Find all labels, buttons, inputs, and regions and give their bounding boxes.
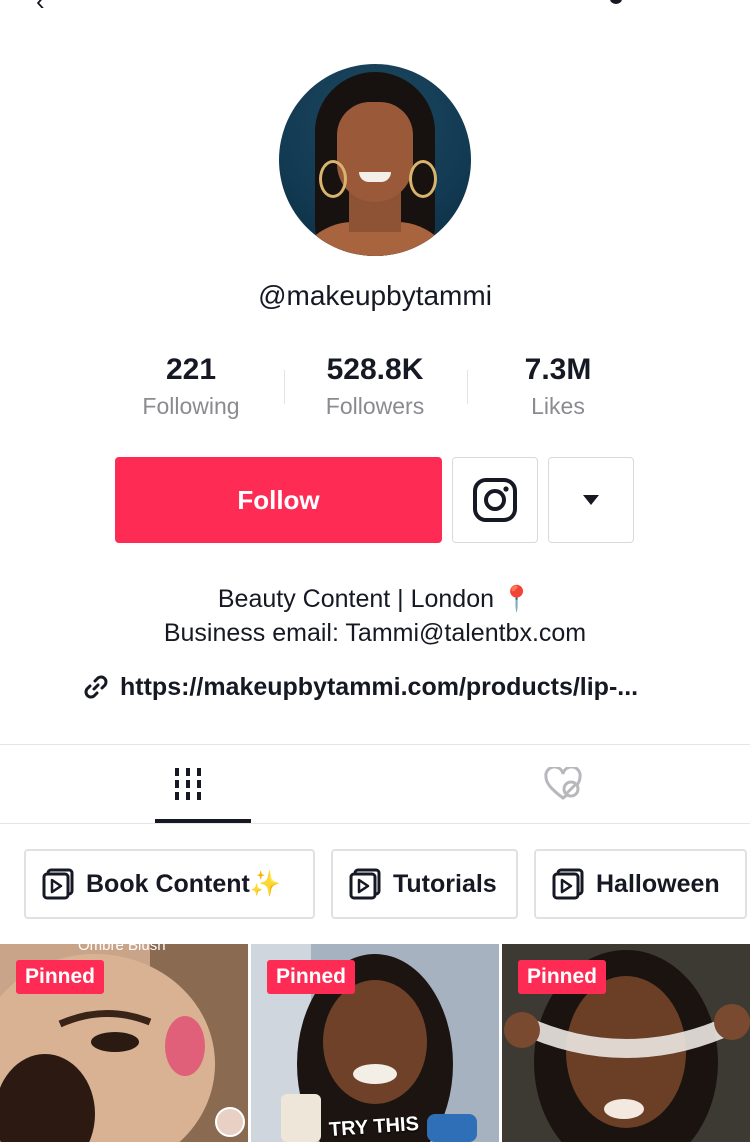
bio-line: Beauty Content | London 📍: [217, 585, 533, 613]
more-options-button[interactable]: [548, 457, 634, 543]
playlist-tutorials[interactable]: Tutorials: [331, 849, 518, 919]
stat-value: 7.3M: [524, 353, 592, 386]
stat-label: Following: [142, 393, 240, 419]
avatar-earring-left: [319, 160, 347, 198]
grid-icon: [174, 768, 201, 800]
stat-value: 221: [165, 353, 217, 386]
playlist-label: Book Content✨: [86, 869, 281, 898]
playlist-icon: [349, 868, 381, 900]
playlist-halloween[interactable]: Halloween: [534, 849, 747, 919]
video-thumbnail[interactable]: Pinned: [502, 944, 750, 1142]
stat-following[interactable]: 221 Following: [101, 352, 281, 422]
bio-email: Business email: Tammi@talentbx.com: [163, 619, 587, 647]
pinned-badge: Pinned: [267, 960, 356, 994]
playlist-label: Tutorials: [393, 869, 497, 898]
bio-link-text: https://makeupbytammi.com/products/lip-.…: [120, 672, 639, 701]
pinned-badge: Pinned: [16, 960, 105, 994]
liked-hidden-icon: [543, 767, 582, 800]
video-caption: Ombre Blush: [78, 944, 166, 954]
username: @makeupbytammi: [258, 280, 492, 311]
tab-videos[interactable]: [0, 745, 375, 823]
pinned-badge: Pinned: [518, 960, 607, 994]
playlist-icon: [42, 868, 74, 900]
divider: [0, 823, 750, 824]
avatar-earring-right: [409, 160, 437, 198]
stat-label: Followers: [325, 393, 425, 419]
stat-followers[interactable]: 528.8K Followers: [285, 352, 465, 422]
avatar-face: [337, 102, 413, 202]
instagram-icon: [473, 478, 517, 522]
playlist-label: Halloween: [596, 869, 720, 898]
avatar[interactable]: [279, 64, 471, 256]
bio-link[interactable]: https://makeupbytammi.com/products/lip-.…: [82, 670, 638, 704]
stat-likes[interactable]: 7.3M Likes: [468, 352, 648, 422]
avatar-smile: [359, 172, 391, 182]
stat-value: 528.8K: [326, 353, 424, 386]
playlist-book-content[interactable]: Book Content✨: [24, 849, 315, 919]
instagram-button[interactable]: [452, 457, 538, 543]
more-icon[interactable]: [610, 0, 622, 4]
back-icon[interactable]: ‹: [36, 0, 45, 17]
tab-liked[interactable]: [375, 745, 750, 823]
link-icon: [84, 675, 108, 699]
video-thumbnail[interactable]: Pinned Ombre Blush: [0, 944, 248, 1142]
stat-label: Likes: [531, 393, 585, 419]
playlist-icon: [552, 868, 584, 900]
follow-button[interactable]: Follow: [115, 457, 442, 543]
video-thumbnail[interactable]: Pinned TRY THIS: [251, 944, 499, 1142]
top-bar: ‹: [0, 0, 750, 18]
caret-down-icon: [583, 495, 599, 505]
